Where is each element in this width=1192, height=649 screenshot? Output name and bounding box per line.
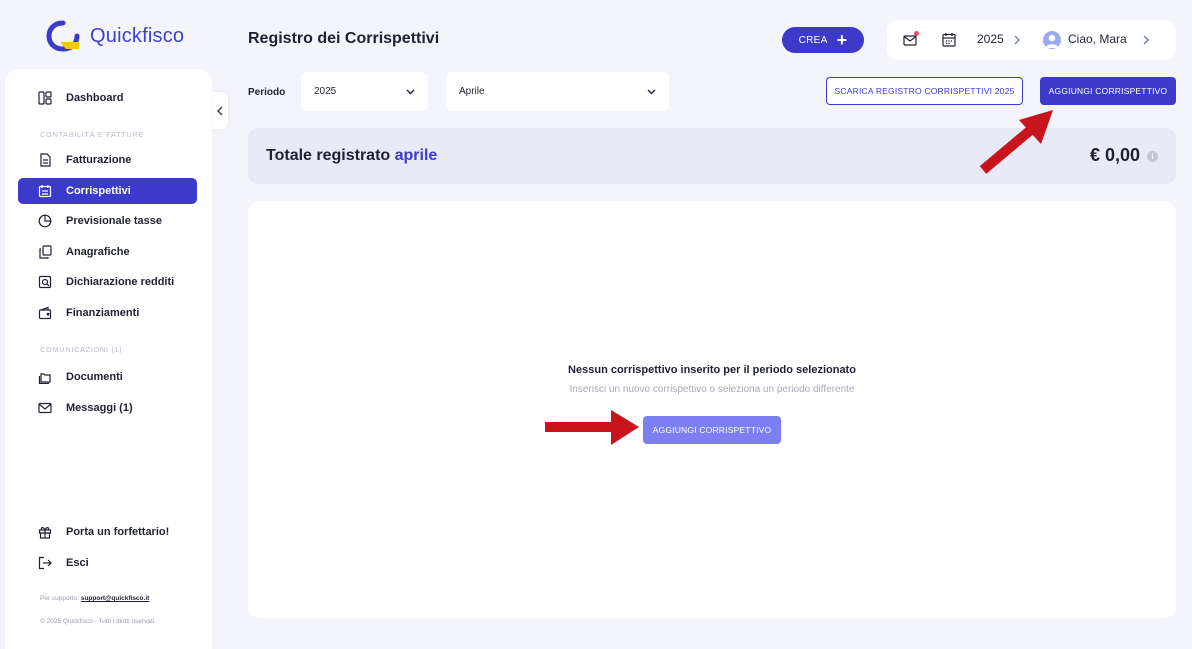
total-card: Totale registrato aprile € 0,00 i (248, 128, 1176, 184)
sidebar-item-anagrafiche[interactable]: Anagrafiche (18, 239, 197, 265)
contacts-icon (38, 245, 52, 259)
year-select-value: 2025 (314, 86, 337, 97)
mail-icon (38, 401, 52, 415)
page-title: Registro dei Corrispettivi (248, 30, 440, 47)
total-month: aprile (394, 147, 438, 164)
total-label-text: Totale registrato (266, 147, 391, 164)
add-corrispettivo-button[interactable]: AGGIUNGI CORRISPETTIVO (1040, 77, 1176, 105)
crea-button-label: CREA (798, 34, 828, 46)
sidebar-item-dichiarazione-redditi[interactable]: Dichiarazione redditi (18, 269, 197, 295)
sidebar-item-esci[interactable]: Esci (18, 550, 197, 576)
sidebar-item-label: Esci (66, 557, 89, 569)
month-select-value: Aprile (459, 86, 485, 97)
top-bar: 2025 Ciao, Mara (887, 20, 1176, 60)
invoice-icon (38, 153, 52, 167)
sidebar-item-label: Anagrafiche (66, 246, 130, 258)
chevron-down-icon (647, 89, 656, 94)
sidebar-item-label: Previsionale tasse (66, 215, 163, 227)
sidebar-item-messaggi[interactable]: Messaggi (1) (18, 395, 197, 421)
sidebar-item-documenti[interactable]: Documenti (18, 364, 197, 390)
support-prefix: Per supporto: (40, 595, 80, 602)
plus-icon: + (836, 30, 848, 50)
wallet-icon (38, 306, 52, 320)
empty-state-title: Nessun corrispettivo inserito per il per… (568, 364, 856, 376)
crea-button[interactable]: CREA + (782, 27, 864, 53)
sidebar-item-corrispettivi[interactable]: Corrispettivi (18, 178, 197, 204)
month-select[interactable]: Aprile (446, 72, 669, 111)
sidebar-item-label: Fatturazione (66, 154, 132, 166)
sidebar-item-label: Dichiarazione redditi (66, 276, 175, 288)
logout-icon (38, 556, 52, 570)
sidebar-item-previsionale-tasse[interactable]: Previsionale tasse (18, 208, 197, 234)
chevron-right-icon[interactable] (1142, 33, 1150, 45)
chevron-down-icon (406, 89, 415, 94)
dashboard-icon (38, 91, 52, 105)
total-label: Totale registrato aprile (266, 147, 437, 165)
tax-return-icon (38, 275, 52, 289)
chevron-left-icon (216, 105, 223, 116)
sidebar-item-label: Documenti (66, 371, 123, 383)
user-greeting[interactable]: Ciao, Mara (1068, 32, 1127, 46)
sidebar-item-finanziamenti[interactable]: Finanziamenti (18, 300, 197, 326)
support-info: Per supporto: support@quickfisco.it (40, 595, 149, 602)
download-register-button[interactable]: SCARICA REGISTRO CORRISPETTIVI 2025 (826, 77, 1023, 105)
sidebar-item-label: Dashboard (66, 92, 124, 104)
periodo-label: Periodo (248, 87, 286, 98)
total-value: € 0,00 (1089, 145, 1140, 165)
sidebar-item-label: Porta un forfettario! (66, 526, 170, 538)
app-logo[interactable]: Quickfisco (46, 20, 184, 52)
sidebar-item-label: Corrispettivi (66, 185, 131, 197)
chevron-right-icon[interactable] (1013, 33, 1021, 45)
section-label-accounting: CONTABILITÀ E FATTURE (40, 130, 144, 139)
sidebar-item-fatturazione[interactable]: Fatturazione (18, 147, 197, 173)
sidebar-item-label: Messaggi (1) (66, 402, 133, 414)
avatar[interactable] (1043, 31, 1061, 49)
pie-chart-icon (38, 214, 52, 228)
support-email-link[interactable]: support@quickfisco.it (81, 595, 149, 602)
year-selector[interactable]: 2025 (977, 32, 1004, 46)
notification-dot (914, 31, 919, 36)
copyright: © 2025 Quickfisco - Tutti i diritti rise… (40, 618, 155, 625)
info-icon[interactable]: i (1147, 151, 1158, 162)
year-select[interactable]: 2025 (301, 72, 428, 111)
notifications-mail-icon[interactable] (903, 31, 919, 47)
gift-icon (38, 525, 52, 539)
sidebar: Dashboard CONTABILITÀ E FATTURE Fatturaz… (5, 69, 212, 649)
sidebar-item-dashboard[interactable]: Dashboard (18, 85, 197, 111)
empty-state-add-button[interactable]: AGGIUNGI CORRISPETTIVO (643, 416, 781, 444)
sidebar-item-porta-un-forfettario[interactable]: Porta un forfettario! (18, 519, 197, 545)
register-icon (38, 184, 52, 198)
sidebar-collapse-button[interactable] (212, 92, 228, 129)
empty-state-card: Nessun corrispettivo inserito per il per… (248, 201, 1176, 618)
sidebar-item-label: Finanziamenti (66, 307, 140, 319)
section-label-communications: COMUNICAZIONI (1) (40, 345, 123, 354)
calendar-icon[interactable] (942, 32, 956, 47)
empty-state-subtitle: Inserisci un nuovo corrispettivo o selez… (569, 384, 855, 395)
quickfisco-logo-icon (46, 20, 80, 52)
app-name: Quickfisco (90, 24, 185, 47)
folder-icon (38, 370, 52, 384)
